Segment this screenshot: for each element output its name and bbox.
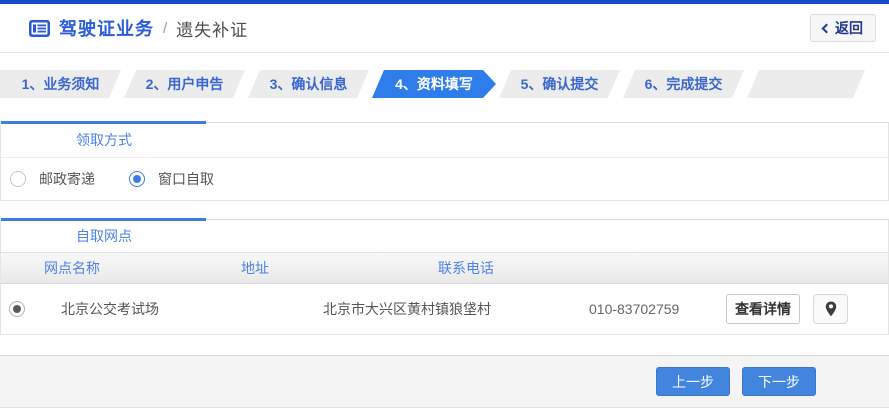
previous-step-button[interactable]: 上一步: [656, 367, 730, 396]
next-step-button[interactable]: 下一步: [742, 367, 816, 396]
radio-window-pickup-label: 窗口自取: [158, 171, 214, 187]
column-header-name: 网点名称: [44, 260, 100, 276]
breadcrumb-separator: /: [163, 19, 168, 37]
outlet-phone: 010-83702759: [589, 301, 680, 317]
step-6-complete-submit[interactable]: 6、完成提交: [623, 70, 744, 98]
radio-postal-delivery-label: 邮政寄递: [39, 171, 95, 187]
pickup-section-title: 领取方式: [76, 132, 132, 148]
outlet-row-radio-selected[interactable]: [9, 301, 25, 317]
column-header-address: 地址: [241, 260, 269, 276]
step-wizard: 1、业务须知 2、用户申告 3、确认信息 4、资料填写 5、确认提交 6、完成提…: [0, 70, 889, 98]
back-button[interactable]: 返回: [810, 14, 876, 42]
step-1-business-notice[interactable]: 1、业务须知: [0, 70, 121, 98]
radio-postal-delivery[interactable]: 邮政寄递: [10, 169, 95, 189]
chevron-left-icon: [821, 23, 832, 33]
section-accent-bar: [1, 121, 206, 124]
show-on-map-button[interactable]: [813, 294, 848, 324]
breadcrumb-current: 遗失补证: [176, 20, 249, 40]
outlets-table-header: 网点名称 地址 联系电话: [1, 252, 888, 284]
pickup-outlets-section: 自取网点 网点名称 地址 联系电话 北京公交考试场 北京市大兴区黄村镇狼垡村 0…: [0, 218, 889, 335]
back-button-label: 返回: [835, 20, 863, 36]
step-filler: [747, 70, 865, 98]
pickup-options: 邮政寄递 窗口自取: [1, 157, 888, 200]
outlet-address: 北京市大兴区黄村镇狼垡村: [323, 301, 491, 317]
step-2-user-declaration[interactable]: 2、用户申告: [124, 70, 245, 98]
page-header: 驾驶证业务 / 遗失补证 返回: [0, 4, 889, 53]
step-5-confirm-submit[interactable]: 5、确认提交: [499, 70, 620, 98]
outlet-row[interactable]: 北京公交考试场 北京市大兴区黄村镇狼垡村 010-83702759 查看详情: [1, 284, 888, 334]
outlets-section-title: 自取网点: [76, 228, 132, 244]
pickup-method-section: 领取方式 邮政寄递 窗口自取: [0, 121, 889, 201]
view-details-button[interactable]: 查看详情: [726, 294, 800, 324]
page-title: 驾驶证业务: [59, 19, 154, 39]
radio-selected-icon[interactable]: [129, 171, 145, 187]
step-3-confirm-info[interactable]: 3、确认信息: [248, 70, 369, 98]
card-list-icon: [29, 19, 50, 37]
section-accent-bar: [1, 218, 206, 221]
location-pin-icon: [825, 301, 836, 317]
wizard-footer: 上一步 下一步: [0, 355, 889, 408]
radio-window-pickup[interactable]: 窗口自取: [129, 169, 214, 189]
step-4-fill-data[interactable]: 4、资料填写: [372, 70, 496, 98]
column-header-phone: 联系电话: [438, 260, 494, 276]
outlet-name: 北京公交考试场: [61, 301, 159, 317]
radio-unselected-icon[interactable]: [10, 171, 26, 187]
